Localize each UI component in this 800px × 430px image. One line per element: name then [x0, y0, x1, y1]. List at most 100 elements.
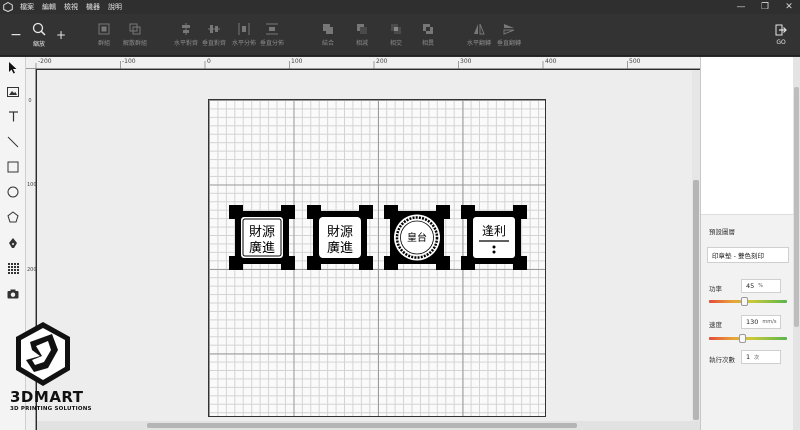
rectangle-tool[interactable] — [4, 158, 22, 176]
line-tool[interactable] — [4, 133, 22, 151]
flip-vertical-button[interactable]: 垂直翻轉 — [496, 14, 522, 56]
stamp-design-2[interactable]: 財源 廣進 — [307, 205, 373, 270]
circle-icon — [7, 186, 19, 198]
window-controls: — ❐ ✕ — [736, 0, 794, 14]
camera-tool[interactable] — [4, 285, 22, 303]
passes-label: 執行次數 — [709, 356, 735, 364]
speed-input[interactable]: 130 mm/s — [741, 315, 781, 329]
ruler-top-label: 300 — [460, 58, 472, 65]
ellipse-tool[interactable] — [4, 183, 22, 201]
flip-horizontal-button[interactable]: 水平翻轉 — [466, 14, 492, 56]
align-horizontal-button[interactable]: 水平對齊 — [174, 14, 198, 56]
distribute-vertical-button[interactable]: 垂直分佈 — [260, 14, 284, 56]
menu-machine[interactable]: 機器 — [82, 0, 104, 14]
stamp-text-center: 皇台 — [407, 231, 427, 244]
menu-view[interactable]: 檢視 — [60, 0, 82, 14]
vertical-scroll-thumb[interactable] — [693, 180, 699, 420]
zoom-label: 縮放 — [32, 41, 45, 48]
menu-help[interactable]: 說明 — [104, 0, 126, 14]
speed-label: 速度 — [709, 321, 722, 329]
app-logo-icon — [3, 2, 13, 12]
ruler-left-label: 200 — [27, 267, 37, 273]
stamp-text-top: 財源 — [327, 225, 353, 240]
ruler-top-label: 400 — [545, 58, 557, 65]
align-vertical-icon — [208, 25, 220, 33]
text-tool[interactable] — [4, 107, 22, 125]
restore-button[interactable]: ❐ — [760, 0, 770, 14]
flip-vertical-icon — [503, 24, 515, 35]
brand-tagline: 3D PRINTING SOLUTIONS — [10, 406, 92, 412]
preset-select[interactable]: 印章墊 - 雙色刻印 — [707, 247, 789, 263]
magnifier-icon — [32, 22, 46, 36]
menu-bar: 檔案 編輯 檢視 機器 說明 — ❐ ✕ — [0, 0, 800, 14]
stamp-text-bottom: 廣進 — [249, 241, 275, 256]
difference-icon — [423, 24, 433, 34]
pen-icon — [9, 238, 17, 248]
ungroup-icon — [129, 23, 141, 35]
minimize-button[interactable]: — — [736, 0, 746, 14]
stamp-design-1[interactable]: 財源 廣進 — [229, 205, 295, 270]
ungroup-button[interactable]: 解散群組 — [120, 14, 150, 56]
intersect-button[interactable]: 相交 — [386, 14, 406, 56]
ruler-top: -200 -100 0 100 200 300 400 500 — [26, 57, 700, 69]
text-icon — [8, 110, 18, 121]
ruler-left-label: 0 — [28, 98, 32, 104]
array-tool[interactable] — [4, 259, 22, 277]
zoom-in-button[interactable]: + — [54, 14, 68, 56]
horizontal-scrollbar[interactable] — [37, 421, 700, 430]
power-input[interactable]: 45 % — [741, 279, 781, 293]
power-label: 功率 — [709, 285, 722, 293]
menu-file[interactable]: 檔案 — [16, 0, 38, 14]
ruler-top-label: -100 — [122, 58, 136, 65]
stamp-text-top: 財源 — [249, 225, 275, 240]
panel-scrollbar[interactable] — [793, 57, 800, 430]
zoom-button[interactable]: 縮放 — [28, 14, 50, 56]
panel-scroll-thumb[interactable] — [794, 87, 799, 327]
power-slider[interactable] — [709, 297, 787, 306]
ruler-top-label: 500 — [629, 58, 641, 65]
power-slider-knob[interactable] — [740, 297, 748, 306]
menu-edit[interactable]: 編輯 — [38, 0, 60, 14]
subtract-icon — [357, 24, 367, 34]
polygon-tool[interactable] — [4, 208, 22, 226]
group-button[interactable]: 群組 — [92, 14, 116, 56]
image-icon — [7, 87, 19, 97]
vertical-scrollbar[interactable] — [692, 70, 700, 421]
union-button[interactable]: 結合 — [318, 14, 338, 56]
stamp-design-3[interactable]: 皇台 — [384, 205, 450, 270]
layer-preview-area — [701, 57, 793, 215]
zoom-out-button[interactable]: − — [8, 14, 24, 56]
select-tool[interactable] — [4, 59, 22, 77]
stamp-text-bottom: 廣進 — [327, 241, 353, 256]
align-vertical-button[interactable]: 垂直對齊 — [202, 14, 226, 56]
close-button[interactable]: ✕ — [784, 0, 794, 14]
align-horizontal-icon — [182, 23, 190, 35]
app-window: 檔案 編輯 檢視 機器 說明 — ❐ ✕ − 縮放 + 群組 解散群組 水平對齊… — [0, 0, 800, 430]
speed-slider[interactable] — [709, 334, 787, 343]
stamp-text-top: 逢利 — [482, 224, 506, 238]
distribute-horizontal-icon — [238, 23, 250, 35]
speed-slider-knob[interactable] — [738, 334, 746, 343]
group-icon — [98, 23, 110, 35]
flip-horizontal-icon — [474, 23, 485, 35]
difference-button[interactable]: 相異 — [418, 14, 438, 56]
subtract-button[interactable]: 相減 — [352, 14, 372, 56]
camera-icon — [7, 289, 19, 299]
image-tool[interactable] — [4, 83, 22, 101]
stamp-design-4[interactable]: 逢利 — [461, 205, 527, 270]
distribute-horizontal-button[interactable]: 水平分佈 — [232, 14, 256, 56]
toolbar: − 縮放 + 群組 解散群組 水平對齊 垂直對齊 水平分佈 垂直分佈 結合 相減… — [0, 14, 800, 56]
passes-input[interactable]: 1 次 — [741, 350, 781, 364]
grid-array-icon — [7, 262, 19, 274]
intersect-icon — [391, 24, 401, 34]
pen-tool[interactable] — [4, 234, 22, 252]
go-button[interactable]: GO — [772, 14, 790, 56]
cursor-icon — [9, 62, 17, 74]
distribute-vertical-icon — [266, 23, 278, 35]
ruler-top-label: 100 — [291, 58, 303, 65]
brand-logo — [16, 322, 70, 386]
pentagon-icon — [7, 211, 19, 223]
horizontal-scroll-thumb[interactable] — [147, 423, 577, 428]
go-arrow-icon — [775, 24, 787, 36]
layer-settings-panel: 預設圖層 印章墊 - 雙色刻印 功率 45 % 速度 130 mm/s 執行次數… — [700, 57, 800, 430]
